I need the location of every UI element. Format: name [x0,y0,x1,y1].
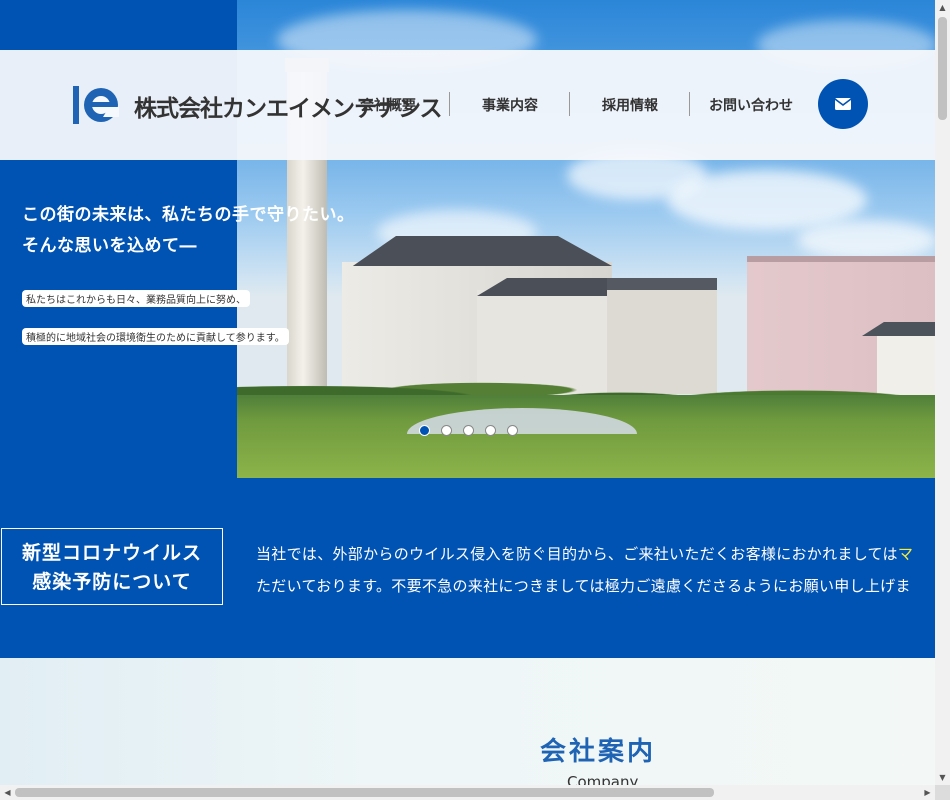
scroll-down-icon[interactable]: ▼ [935,770,950,785]
scroll-left-icon[interactable]: ◀ [0,785,15,800]
envelope-icon [834,98,852,110]
covid-notice-line-1: 当社では、外部からのウイルス侵入を防ぐ目的から、ご来社いただくお客様におかれまし… [256,543,913,564]
hero-tagline-2: そんな思いを込めて― [22,236,197,256]
scrollbar-corner [935,785,950,800]
page: この街の未来は、私たちの手で守りたい。 そんな思いを込めて― 私たちはこれからも… [0,0,935,785]
covid-notice-highlight: マ [897,545,914,563]
slider-dot-2[interactable] [441,425,452,436]
covid-notice-title-1: 新型コロナウイルス [21,542,202,564]
mail-button[interactable] [818,79,868,129]
nav-divider [449,92,450,116]
covid-notice-line-1-text: 当社では、外部からのウイルス侵入を防ぐ目的から、ご来社いただくお客様におかれまし… [256,545,898,563]
section-title: 会社案内 [540,737,657,767]
nav-divider [569,92,570,116]
section-subtitle: Company [567,773,639,785]
slider-dot-3[interactable] [463,425,474,436]
vertical-scrollbar[interactable]: ▲ ▼ [935,0,950,785]
scroll-up-icon[interactable]: ▲ [935,0,950,15]
hero-body-2: 積極的に地域社会の環境衛生のために貢献して参ります。 [22,328,289,345]
company-logo-icon[interactable] [73,83,119,124]
nav-contact[interactable]: お問い合わせ [709,95,793,115]
slider-dot-1[interactable] [419,425,430,436]
nav-business[interactable]: 事業内容 [482,95,538,115]
slider-dot-5[interactable] [507,425,518,436]
nav-recruit[interactable]: 採用情報 [602,95,658,115]
covid-notice-section: 新型コロナウイルス 感染予防について 当社では、外部からのウイルス侵入を防ぐ目的… [0,478,935,658]
slider-dot-4[interactable] [485,425,496,436]
covid-notice-title[interactable]: 新型コロナウイルス 感染予防について [1,528,223,605]
covid-notice-title-2: 感染予防について [32,571,192,593]
company-section: 会社案内 Company [0,658,935,785]
vertical-scroll-thumb[interactable] [938,17,947,120]
covid-notice-line-2: ただいております。不要不急の来社につきましては極力ご遠慮くださるようにお願い申し… [256,577,911,595]
nav-divider [689,92,690,116]
hero-body-1: 私たちはこれからも日々、業務品質向上に努め、 [22,290,250,307]
horizontal-scrollbar[interactable]: ◀ ▶ [0,785,935,800]
horizontal-scroll-thumb[interactable] [15,788,714,797]
hero-tagline-1: この街の未来は、私たちの手で守りたい。 [22,205,355,225]
scroll-right-icon[interactable]: ▶ [920,785,935,800]
nav-company-overview[interactable]: 会社概要 [360,95,416,115]
